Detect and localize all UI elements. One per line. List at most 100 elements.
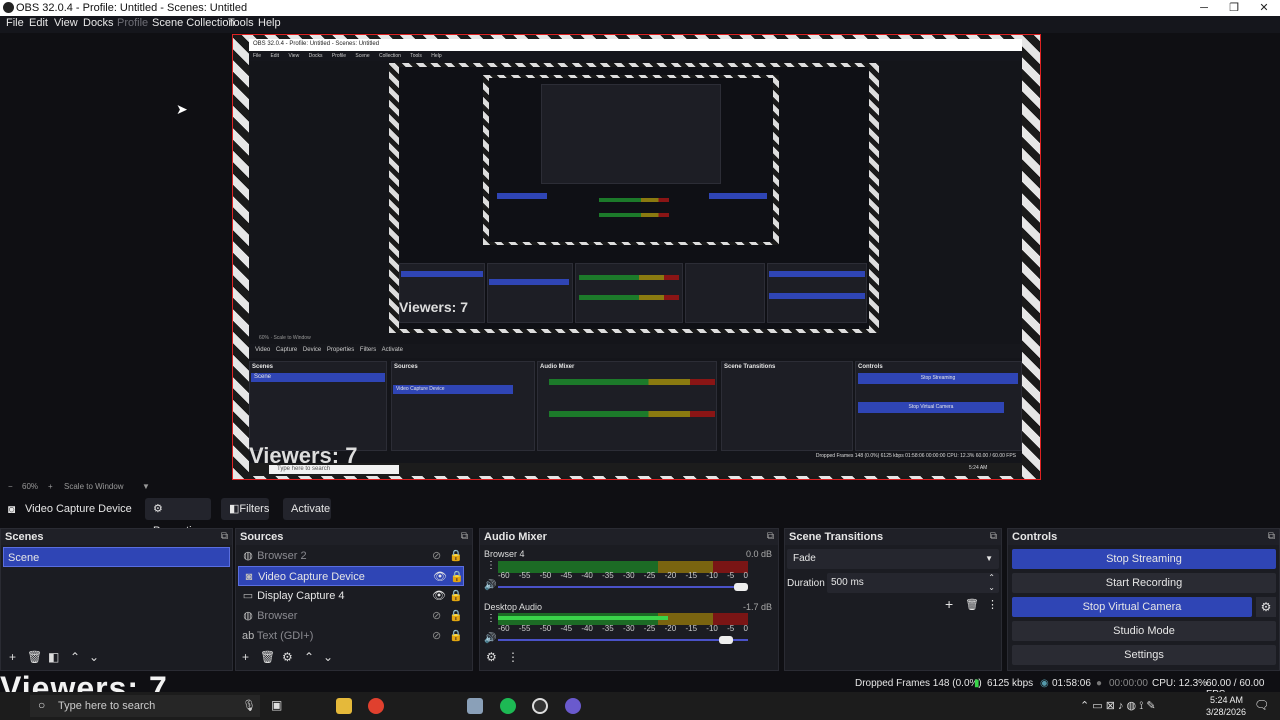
status-bar: Dropped Frames 148 (0.0%) ▮ 6125 kbps ◉ … [0, 675, 1280, 700]
notification-icon[interactable]: 🗨 [1254, 698, 1269, 712]
mixer-settings-gear-icon[interactable]: ⚙ [486, 650, 497, 664]
system-tray-icons[interactable]: ⌃ ▭ ⊠ ♪ ◍ ⟟ ✎ [1080, 699, 1156, 713]
hidden-eye-icon[interactable]: ⊘ [432, 606, 441, 626]
chevron-down-icon: ▼ [985, 554, 993, 563]
restore-icon[interactable]: ❐ [1218, 0, 1250, 16]
mini-titlebar: OBS 32.0.4 - Profile: Untitled - Scenes:… [249, 39, 1022, 51]
meter-tick: -10 [706, 571, 718, 580]
meter-tick: -15 [685, 624, 698, 633]
speaker-icon[interactable]: 🔊 [484, 633, 496, 644]
add-scene-icon[interactable]: + [9, 650, 16, 664]
remove-transition-icon[interactable]: 🗑 [965, 598, 979, 611]
minimize-icon[interactable]: ─ [1188, 0, 1220, 16]
filters-button[interactable]: ◧Filters [221, 498, 269, 520]
mic-icon[interactable]: 🎙 [242, 699, 256, 712]
spotify-icon[interactable] [500, 698, 516, 714]
studio-mode-button[interactable]: Studio Mode [1012, 621, 1276, 641]
sources-title: Sources [240, 531, 284, 543]
close-icon[interactable]: ✕ [1248, 0, 1280, 16]
settings-button[interactable]: Settings [1012, 645, 1276, 665]
lock-icon[interactable]: 🔒 [449, 606, 463, 626]
speaker-icon[interactable]: 🔊 [484, 580, 496, 591]
zoom-out-button[interactable]: − [8, 482, 13, 491]
transition-select[interactable]: Fade ▼ [787, 549, 999, 569]
taskbar-search[interactable]: ○ Type here to search 🎙 [30, 695, 260, 717]
file-explorer-icon[interactable] [336, 698, 352, 714]
source-item[interactable]: ◙ Video Capture Device 👁 🔒 [238, 566, 464, 586]
scene-item[interactable]: Scene [3, 547, 230, 567]
task-view-icon[interactable]: ▣ [271, 698, 282, 712]
preview-canvas[interactable]: OBS 32.0.4 - Profile: Untitled - Scenes:… [232, 34, 1041, 480]
menu-view[interactable]: View [54, 17, 78, 29]
mixer-title: Audio Mixer [484, 531, 547, 543]
meter-tick: -40 [581, 624, 593, 633]
add-transition-icon[interactable]: + [945, 596, 953, 612]
obs-icon[interactable] [532, 698, 548, 714]
move-down-icon[interactable]: ⌄ [323, 650, 333, 664]
move-up-icon[interactable]: ⌃ [70, 650, 80, 664]
menu-help[interactable]: Help [258, 17, 281, 29]
lock-icon[interactable]: 🔒 [449, 626, 463, 646]
eye-icon[interactable]: 👁 [432, 586, 446, 606]
kebab-menu-icon[interactable]: ⋮ [486, 613, 496, 624]
source-item[interactable]: ◍ Browser ⊘ 🔒 [238, 606, 463, 626]
source-settings-gear-icon[interactable]: ⚙ [282, 650, 293, 664]
menu-profile[interactable]: Profile [117, 17, 148, 29]
meter-tick: -5 [727, 624, 735, 633]
move-up-icon[interactable]: ⌃ [304, 650, 314, 664]
add-source-icon[interactable]: + [242, 650, 249, 664]
undock-icon[interactable]: ⧉ [221, 529, 228, 545]
app-icon[interactable] [467, 698, 483, 714]
undock-icon[interactable]: ⧉ [1268, 529, 1275, 545]
undock-icon[interactable]: ⧉ [990, 529, 997, 545]
taskbar-date[interactable]: 3/28/2026 [1206, 707, 1246, 717]
window-title: OBS 32.0.4 - Profile: Untitled - Scenes:… [16, 2, 248, 14]
lock-icon[interactable]: 🔒 [449, 586, 463, 606]
lock-icon[interactable]: 🔒 [450, 567, 464, 587]
properties-button[interactable]: ⚙ Properties [145, 498, 211, 537]
dropped-frames: Dropped Frames 148 (0.0%) [855, 678, 982, 689]
filters-label: Filters [239, 503, 270, 515]
virtual-camera-gear-icon[interactable]: ⚙ [1256, 597, 1276, 617]
windows-taskbar: ○ Type here to search 🎙 ▣ ⌃ ▭ ⊠ ♪ ◍ ⟟ ✎ … [0, 692, 1280, 720]
scale-mode[interactable]: Scale to Window [64, 482, 124, 491]
source-item[interactable]: ▭ Display Capture 4 👁 🔒 [238, 586, 463, 606]
remove-scene-icon[interactable]: 🗑 [27, 650, 42, 664]
meter-tick: -25 [643, 571, 656, 580]
scale-dropdown-icon[interactable]: ▼ [142, 482, 150, 491]
undock-icon[interactable]: ⧉ [767, 529, 774, 545]
lock-icon[interactable]: 🔒 [449, 546, 463, 566]
zoom-in-button[interactable]: + [48, 482, 53, 491]
menu-scene-collection[interactable]: Scene Collection [152, 17, 235, 29]
move-down-icon[interactable]: ⌄ [89, 650, 99, 664]
eye-icon[interactable]: 👁 [433, 567, 447, 587]
menu-file[interactable]: File [6, 17, 24, 29]
chrome-icon[interactable] [368, 698, 384, 714]
bitrate: 6125 kbps [987, 678, 1034, 689]
activate-button[interactable]: Activate [283, 498, 331, 520]
remove-source-icon[interactable]: 🗑 [260, 650, 275, 664]
duration-input[interactable]: 500 ms ⌃ ⌄ [827, 573, 999, 593]
meter-tick: -50 [539, 571, 552, 580]
volume-slider[interactable] [498, 583, 748, 591]
menu-tools[interactable]: Tools [228, 17, 254, 29]
kebab-menu-icon[interactable]: ⋮ [987, 598, 998, 611]
source-item[interactable]: ◍ Browser 2 ⊘ 🔒 [238, 546, 463, 566]
kebab-menu-icon[interactable]: ⋮ [507, 650, 519, 664]
stop-streaming-button[interactable]: Stop Streaming [1012, 549, 1276, 569]
meter-tick: -55 [518, 624, 531, 633]
taskbar-time[interactable]: 5:24 AM [1210, 695, 1243, 705]
hidden-eye-icon[interactable]: ⊘ [432, 626, 441, 646]
menu-edit[interactable]: Edit [29, 17, 48, 29]
kebab-menu-icon[interactable]: ⋮ [486, 560, 496, 571]
stop-virtual-camera-button[interactable]: Stop Virtual Camera [1012, 597, 1252, 617]
menu-docks[interactable]: Docks [83, 17, 114, 29]
scene-filter-icon[interactable]: ◧ [48, 650, 59, 664]
spinner-icon[interactable]: ⌃ ⌄ [988, 573, 995, 593]
hidden-eye-icon[interactable]: ⊘ [432, 546, 441, 566]
start-recording-button[interactable]: Start Recording [1012, 573, 1276, 593]
volume-slider[interactable] [498, 636, 748, 644]
source-item[interactable]: ab Text (GDI+) ⊘ 🔒 [238, 626, 463, 646]
discord-icon[interactable] [565, 698, 581, 714]
undock-icon[interactable]: ⧉ [461, 529, 468, 545]
